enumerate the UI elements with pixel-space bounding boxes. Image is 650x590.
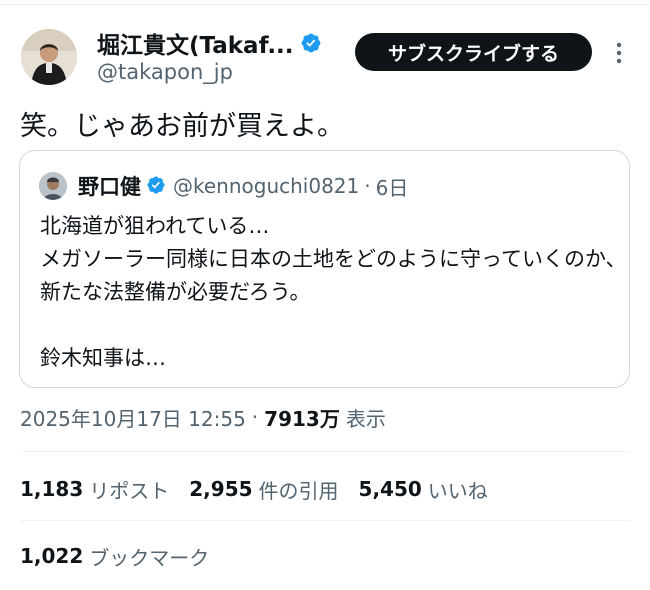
tweet-text: 笑。じゃあお前が買えよ。 bbox=[20, 111, 344, 142]
quote-timestamp[interactable]: 6日 bbox=[376, 172, 409, 201]
top-divider bbox=[0, 4, 650, 5]
verified-badge-icon[interactable] bbox=[300, 32, 322, 54]
quote-author-name[interactable]: 野口健 bbox=[78, 171, 141, 201]
views-count: 7913万 bbox=[264, 406, 340, 431]
bookmarks-label: ブックマーク bbox=[89, 545, 210, 570]
engagement-stats: 1,183 リポスト 2,955 件の引用 5,450 いいね bbox=[20, 474, 508, 504]
reposts-label: リポスト bbox=[89, 478, 170, 503]
subscribe-button[interactable]: サブスクライブする bbox=[355, 33, 592, 71]
quote-text: 北海道が狙われている… メガソーラー同様に日本の土地をどのように守っていくのか、… bbox=[40, 214, 627, 370]
meta-separator-dot: · bbox=[251, 405, 259, 429]
quoted-tweet-card[interactable]: 野口健 @kennoguchi0821 · 6日 北海道が狙われている… メガソ… bbox=[19, 150, 630, 388]
quote-header: 野口健 @kennoguchi0821 · 6日 bbox=[78, 170, 408, 202]
more-options-icon[interactable] bbox=[611, 38, 627, 68]
tweet-meta: 2025年10月17日 12:55 · 7913万 表示 bbox=[20, 402, 386, 432]
author-handle[interactable]: @takapon_jp bbox=[97, 60, 233, 84]
reposts-stat[interactable]: 1,183 リポスト bbox=[20, 475, 169, 504]
quotes-label: 件の引用 bbox=[258, 478, 339, 503]
quotes-count: 2,955 bbox=[189, 477, 253, 501]
tweet-datetime[interactable]: 2025年10月17日 12:55 bbox=[20, 403, 246, 432]
quote-author-avatar[interactable] bbox=[39, 172, 67, 200]
likes-stat[interactable]: 5,450 いいね bbox=[359, 475, 488, 504]
quote-separator-dot: · bbox=[364, 174, 371, 198]
bookmarks-count: 1,022 bbox=[20, 544, 84, 568]
author-avatar[interactable] bbox=[21, 29, 77, 85]
bookmarks-stat[interactable]: 1,022 ブックマーク bbox=[20, 541, 209, 571]
quote-author-handle[interactable]: @kennoguchi0821 bbox=[173, 174, 359, 198]
likes-label: いいね bbox=[427, 478, 488, 503]
views-label: 表示 bbox=[345, 406, 386, 431]
divider-meta bbox=[20, 451, 630, 452]
likes-count: 5,450 bbox=[358, 477, 422, 501]
author-name-row[interactable]: 堀江貴文(Takaf... bbox=[97, 26, 322, 60]
author-name[interactable]: 堀江貴文(Takaf... bbox=[97, 26, 294, 60]
quote-verified-badge-icon bbox=[146, 175, 168, 197]
divider-stats bbox=[20, 520, 630, 521]
reposts-count: 1,183 bbox=[20, 477, 84, 501]
quotes-stat[interactable]: 2,955 件の引用 bbox=[189, 475, 338, 504]
